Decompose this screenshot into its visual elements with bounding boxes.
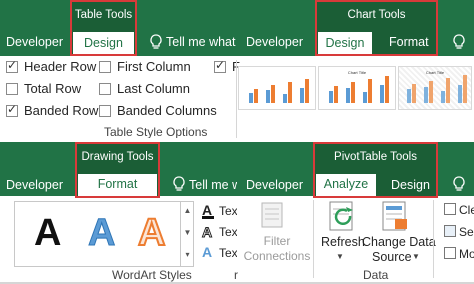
drawing-tools-highlight bbox=[75, 142, 160, 198]
table-tools-highlight bbox=[70, 0, 137, 56]
option-banded-columns[interactable]: Banded Columns bbox=[99, 103, 217, 118]
checkbox-total-row[interactable] bbox=[6, 82, 18, 95]
lightbulb-icon bbox=[149, 34, 163, 50]
select-icon bbox=[444, 225, 456, 237]
tab-developer[interactable]: Developer bbox=[6, 178, 63, 192]
chart-style-thumbnail-3[interactable]: Chart Title bbox=[398, 66, 472, 110]
group-separator bbox=[433, 200, 434, 278]
table-style-options-label: Table Style Options bbox=[104, 125, 208, 139]
checkbox-filter-button[interactable] bbox=[214, 58, 226, 73]
option-header-row[interactable]: Header Row bbox=[6, 58, 96, 74]
gallery-more[interactable]: ▾ bbox=[180, 245, 194, 267]
wordart-sample-blue[interactable]: A bbox=[87, 212, 115, 255]
filter-connections-button[interactable]: Filter Connections bbox=[242, 234, 312, 264]
text-effects-icon[interactable]: A bbox=[202, 244, 212, 260]
lightbulb-icon bbox=[172, 176, 186, 192]
text-fill-icon[interactable]: A bbox=[202, 202, 214, 219]
text-effects-label[interactable]: Tex bbox=[219, 246, 237, 260]
text-outline-icon[interactable]: A bbox=[201, 224, 212, 241]
filter-connections-icon bbox=[261, 202, 283, 233]
lightbulb-icon bbox=[452, 34, 466, 50]
text-outline-label[interactable]: Tex bbox=[219, 225, 237, 239]
change-data-source-line2[interactable]: Source bbox=[372, 250, 412, 264]
group-separator bbox=[236, 60, 237, 138]
gallery-scroll-up[interactable]: ▲ bbox=[180, 201, 194, 223]
checkbox-last-column[interactable] bbox=[99, 82, 111, 95]
option-first-column[interactable]: First Column bbox=[99, 59, 191, 74]
refresh-button[interactable]: Refresh bbox=[321, 235, 365, 249]
checkbox-banded-rows[interactable] bbox=[6, 102, 18, 117]
tab-developer[interactable]: Developer bbox=[6, 35, 63, 49]
text-fill-label[interactable]: Tex bbox=[219, 204, 237, 218]
change-data-source-icon bbox=[381, 200, 409, 237]
tell-me-box[interactable]: Tell me w bbox=[189, 178, 237, 192]
move-pivottable-button[interactable]: Mo bbox=[459, 247, 474, 261]
chart-tools-highlight bbox=[315, 0, 438, 56]
chart-style-thumbnail-2[interactable]: Chart Title bbox=[318, 66, 396, 110]
chevron-down-icon[interactable]: ▼ bbox=[412, 252, 420, 261]
option-last-column[interactable]: Last Column bbox=[99, 81, 190, 96]
group-label-partial: er bbox=[234, 268, 238, 282]
chart-style-thumbnail-1[interactable] bbox=[238, 66, 316, 110]
wordart-sample-black[interactable]: A bbox=[34, 212, 61, 255]
move-icon bbox=[444, 247, 456, 259]
checkbox-banded-columns[interactable] bbox=[99, 104, 111, 117]
tell-me-box[interactable]: Tell me what y bbox=[166, 35, 236, 49]
tab-developer[interactable]: Developer bbox=[246, 35, 303, 49]
checkbox-header-row[interactable] bbox=[6, 58, 18, 73]
gallery-scroll-down[interactable]: ▼ bbox=[180, 223, 194, 245]
refresh-icon bbox=[328, 200, 358, 237]
wordart-sample-orange[interactable]: A bbox=[137, 211, 166, 255]
chevron-down-icon[interactable]: ▼ bbox=[336, 252, 344, 261]
clear-icon bbox=[444, 203, 456, 215]
lightbulb-icon bbox=[452, 176, 466, 192]
checkbox-first-column[interactable] bbox=[99, 60, 111, 73]
option-banded-rows[interactable]: Banded Rows bbox=[6, 102, 105, 118]
clear-button[interactable]: Cle bbox=[459, 203, 474, 217]
tab-developer[interactable]: Developer bbox=[246, 178, 303, 192]
select-button[interactable]: Sel bbox=[459, 225, 474, 239]
group-separator bbox=[313, 200, 314, 278]
wordart-styles-label: WordArt Styles bbox=[112, 268, 192, 282]
change-data-source-line1[interactable]: Change Data bbox=[362, 235, 436, 249]
pivottable-tools-highlight bbox=[313, 142, 438, 198]
option-total-row[interactable]: Total Row bbox=[6, 81, 81, 96]
data-group-label: Data bbox=[363, 268, 389, 282]
